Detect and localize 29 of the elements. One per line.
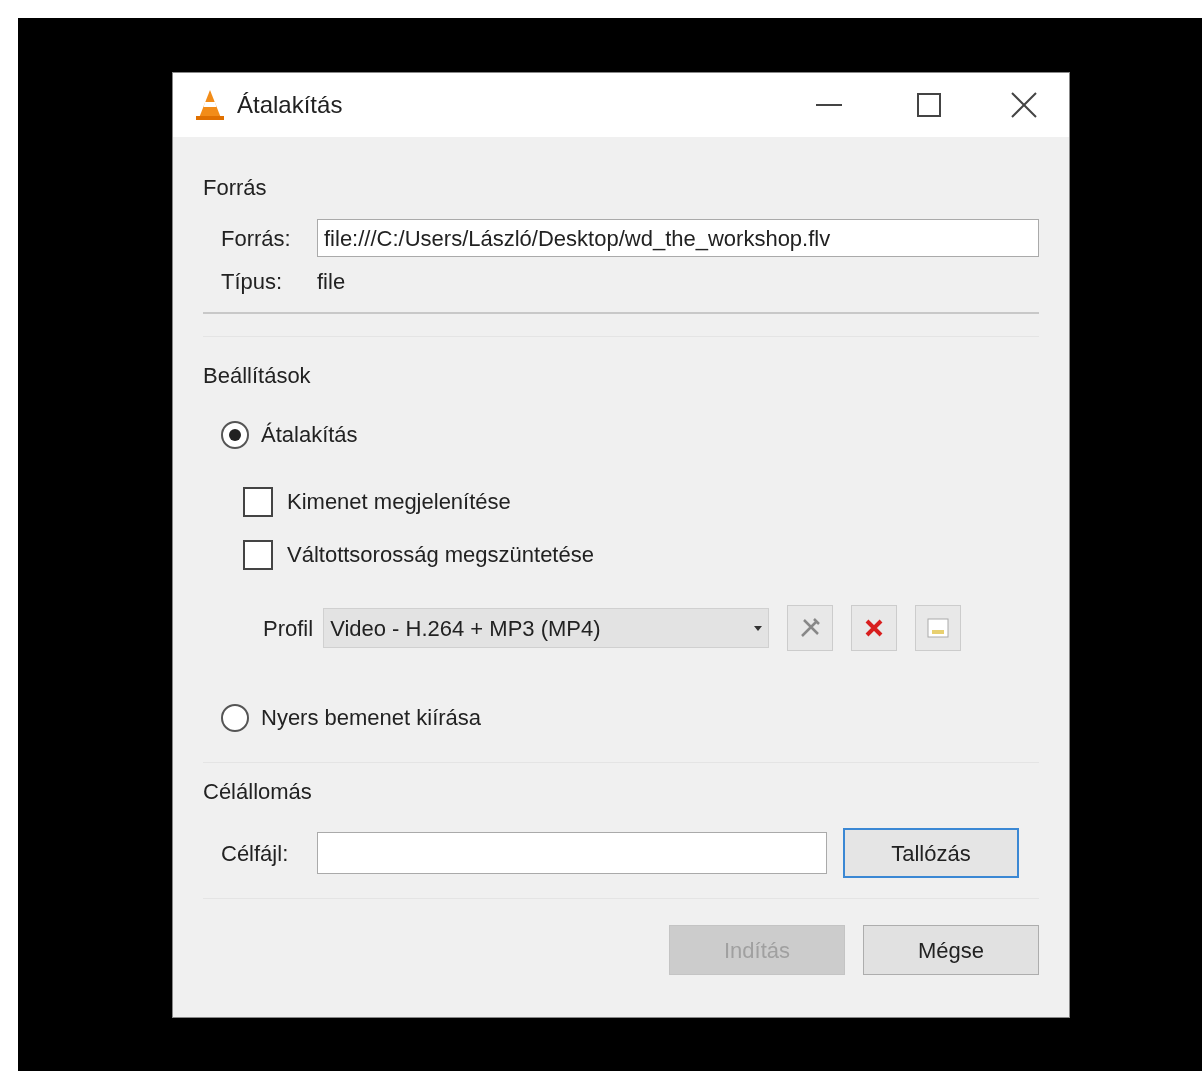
type-value: file [317, 268, 346, 296]
radio-button[interactable] [221, 420, 249, 449]
profile-dropdown[interactable]: Video - H.264 + MP3 (MP4) [323, 608, 770, 648]
delete-profile-button[interactable] [851, 605, 898, 651]
traffic-cone-icon [193, 88, 227, 122]
group-heading: Célállomás [203, 778, 313, 806]
checkbox[interactable] [243, 539, 273, 570]
dialog-button[interactable]: Mégse [863, 925, 1039, 975]
edit-profile-button[interactable] [787, 605, 834, 651]
group-heading: Forrás [203, 174, 268, 202]
new-document-icon [926, 617, 951, 639]
source-field[interactable]: file:///C:/Users/László/Desktop/wd_the_workshop.flv [317, 219, 1039, 257]
profile-label: Profil [263, 614, 314, 643]
group-heading: Beállítások [203, 362, 312, 390]
radio-label: Átalakítás [261, 421, 358, 449]
radio-button[interactable] [221, 703, 249, 732]
dropdown-arrow-icon [754, 625, 763, 631]
close-icon [1010, 91, 1038, 119]
checkbox-label: Váltottsorosság megszüntetése [287, 541, 594, 569]
radio-label: Nyers bemenet kiírása [261, 704, 482, 732]
checkbox[interactable] [243, 486, 273, 517]
field-label: Forrás: [221, 224, 292, 253]
delete-icon [864, 618, 885, 638]
window-title: Átalakítás [237, 90, 343, 120]
destination-file-field[interactable] [317, 832, 827, 874]
field-label: Célfájl: [221, 839, 290, 868]
browse-button[interactable]: Tallózás [843, 828, 1019, 878]
field-label: Típus: [221, 268, 284, 296]
checkbox-label: Kimenet megjelenítése [287, 488, 511, 516]
